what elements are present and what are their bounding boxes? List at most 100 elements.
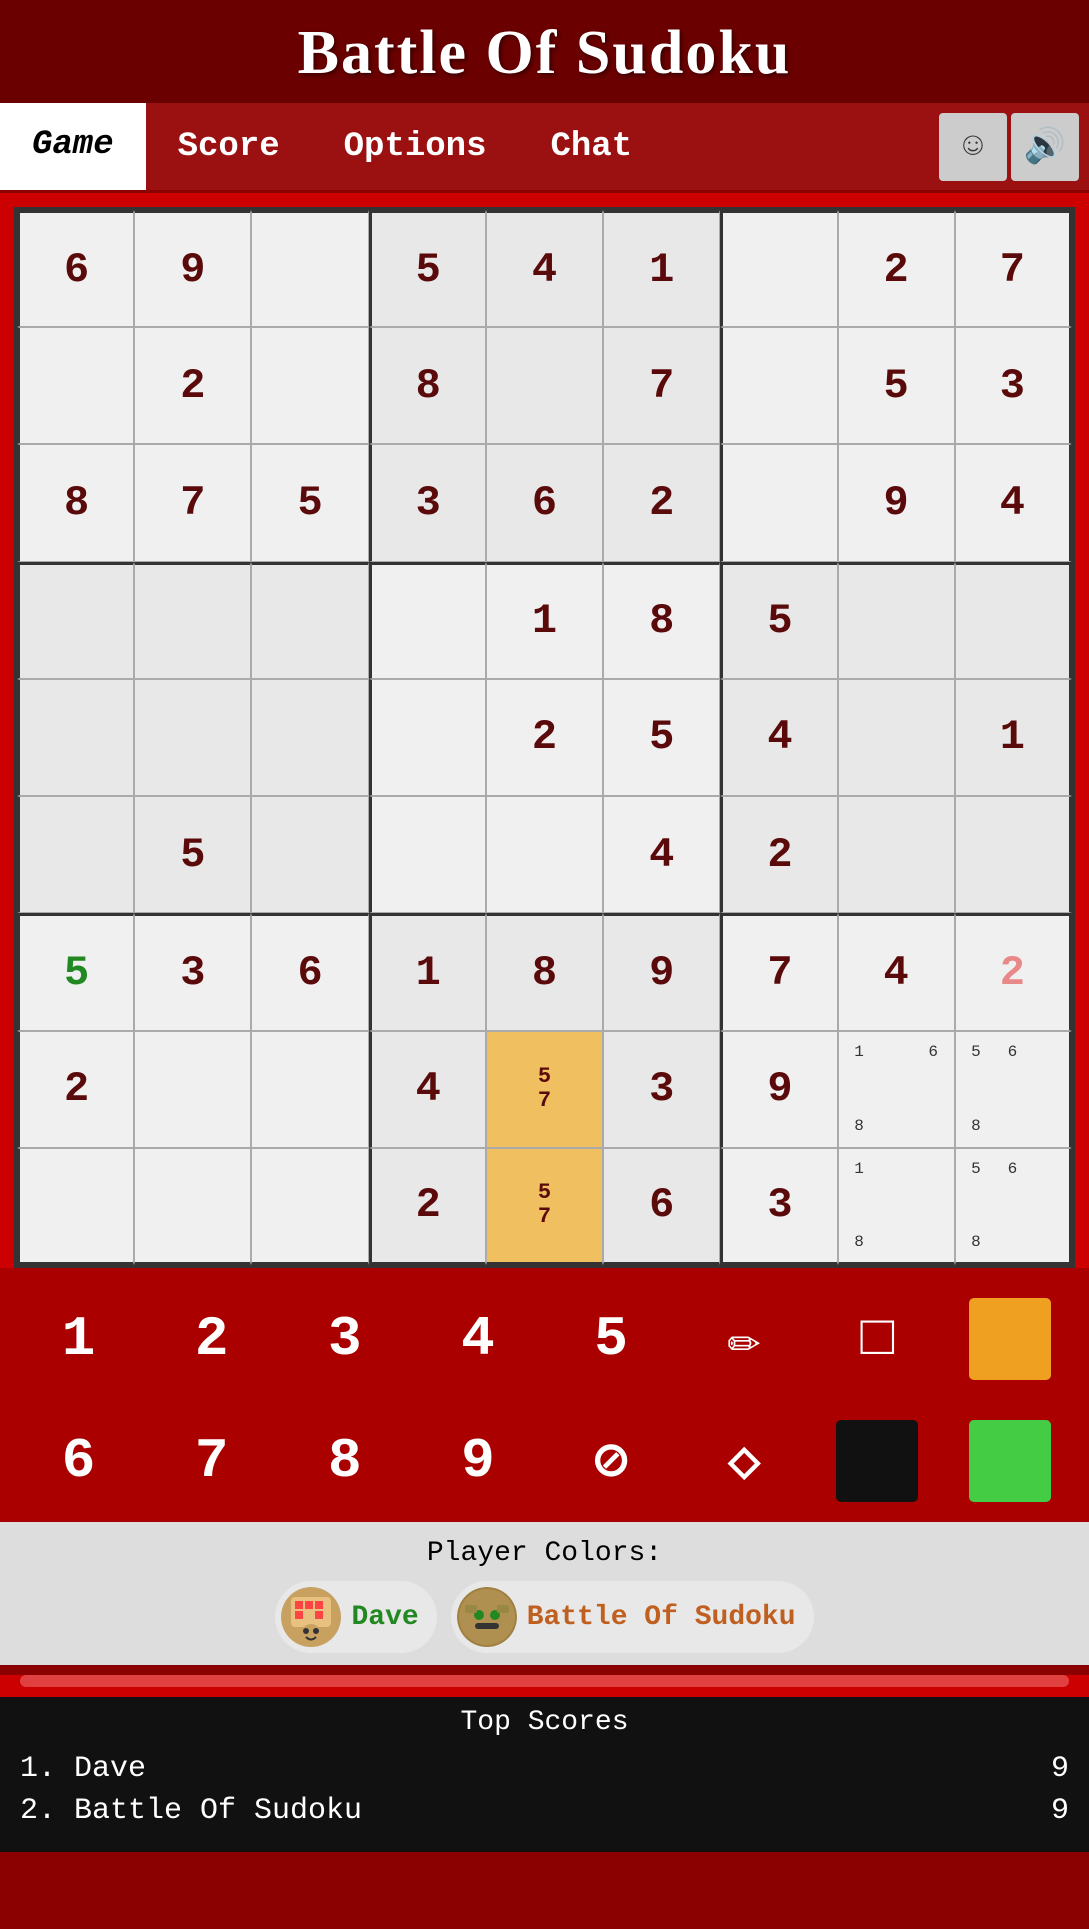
numpad-8[interactable]: 8	[278, 1406, 411, 1516]
cell-4-3[interactable]	[369, 679, 486, 796]
cell-0-7[interactable]: 2	[838, 210, 955, 327]
cell-5-3[interactable]	[369, 796, 486, 913]
cell-0-3[interactable]: 5	[369, 210, 486, 327]
cell-7-0[interactable]: 2	[17, 1031, 134, 1148]
cell-3-1[interactable]	[134, 562, 251, 679]
black-color-swatch[interactable]	[811, 1406, 944, 1516]
cell-4-6[interactable]: 4	[720, 679, 837, 796]
cell-5-4[interactable]	[486, 796, 603, 913]
cell-8-1[interactable]	[134, 1148, 251, 1265]
numpad-5[interactable]: 5	[545, 1284, 678, 1394]
cell-7-5[interactable]: 3	[603, 1031, 720, 1148]
tab-options[interactable]: Options	[312, 103, 519, 190]
cell-3-2[interactable]	[251, 562, 368, 679]
cell-5-0[interactable]	[17, 796, 134, 913]
cell-7-2[interactable]	[251, 1031, 368, 1148]
numpad-9[interactable]: 9	[411, 1406, 544, 1516]
cell-0-4[interactable]: 4	[486, 210, 603, 327]
numpad-1[interactable]: 1	[12, 1284, 145, 1394]
cell-8-7[interactable]: 18	[838, 1148, 955, 1265]
cell-0-8[interactable]: 7	[955, 210, 1072, 327]
cell-6-3[interactable]: 1	[369, 913, 486, 1030]
tab-score[interactable]: Score	[146, 103, 312, 190]
emoji-button[interactable]: ☺	[939, 113, 1007, 181]
cell-6-6[interactable]: 7	[720, 913, 837, 1030]
numpad-7[interactable]: 7	[145, 1406, 278, 1516]
cell-2-8[interactable]: 4	[955, 444, 1072, 561]
cell-3-5[interactable]: 8	[603, 562, 720, 679]
cell-0-1[interactable]: 9	[134, 210, 251, 327]
cell-4-5[interactable]: 5	[603, 679, 720, 796]
cell-3-4[interactable]: 1	[486, 562, 603, 679]
numpad-2[interactable]: 2	[145, 1284, 278, 1394]
erase-button[interactable]: ⊘	[545, 1406, 678, 1516]
numpad-3[interactable]: 3	[278, 1284, 411, 1394]
cell-3-0[interactable]	[17, 562, 134, 679]
cell-2-0[interactable]: 8	[17, 444, 134, 561]
cell-2-3[interactable]: 3	[369, 444, 486, 561]
cell-4-1[interactable]	[134, 679, 251, 796]
cell-1-7[interactable]: 5	[838, 327, 955, 444]
green-color-swatch[interactable]	[944, 1406, 1077, 1516]
cell-7-1[interactable]	[134, 1031, 251, 1148]
cell-1-2[interactable]	[251, 327, 368, 444]
cell-3-7[interactable]	[838, 562, 955, 679]
cell-1-8[interactable]: 3	[955, 327, 1072, 444]
cell-4-8[interactable]: 1	[955, 679, 1072, 796]
cell-4-0[interactable]	[17, 679, 134, 796]
cell-5-8[interactable]	[955, 796, 1072, 913]
cell-0-2[interactable]	[251, 210, 368, 327]
cell-0-6[interactable]	[720, 210, 837, 327]
cell-5-6[interactable]: 2	[720, 796, 837, 913]
cell-5-5[interactable]: 4	[603, 796, 720, 913]
cell-5-2[interactable]	[251, 796, 368, 913]
cell-6-7[interactable]: 4	[838, 913, 955, 1030]
cell-7-3[interactable]: 4	[369, 1031, 486, 1148]
cell-1-1[interactable]: 2	[134, 327, 251, 444]
cell-4-4[interactable]: 2	[486, 679, 603, 796]
cell-2-7[interactable]: 9	[838, 444, 955, 561]
cell-2-5[interactable]: 2	[603, 444, 720, 561]
cell-1-0[interactable]	[17, 327, 134, 444]
cell-1-6[interactable]	[720, 327, 837, 444]
sound-button[interactable]: 🔊	[1011, 113, 1079, 181]
tab-chat[interactable]: Chat	[518, 103, 664, 190]
cell-4-7[interactable]	[838, 679, 955, 796]
cell-8-4[interactable]: 57	[486, 1148, 603, 1265]
cell-8-3[interactable]: 2	[369, 1148, 486, 1265]
cell-5-1[interactable]: 5	[134, 796, 251, 913]
cell-6-4[interactable]: 8	[486, 913, 603, 1030]
fill-button[interactable]: ◇	[678, 1406, 811, 1516]
numpad-4[interactable]: 4	[411, 1284, 544, 1394]
cell-0-0[interactable]: 6	[17, 210, 134, 327]
cell-7-7[interactable]: 168	[838, 1031, 955, 1148]
cell-7-6[interactable]: 9	[720, 1031, 837, 1148]
cell-2-2[interactable]: 5	[251, 444, 368, 561]
cell-1-4[interactable]	[486, 327, 603, 444]
cell-6-0[interactable]: 5	[17, 913, 134, 1030]
pencil-button[interactable]: ✏	[678, 1284, 811, 1394]
cell-2-1[interactable]: 7	[134, 444, 251, 561]
square-button[interactable]: □	[811, 1284, 944, 1394]
orange-color-swatch[interactable]	[944, 1284, 1077, 1394]
tab-game[interactable]: Game	[0, 103, 146, 190]
cell-1-3[interactable]: 8	[369, 327, 486, 444]
cell-7-8[interactable]: 568	[955, 1031, 1072, 1148]
cell-4-2[interactable]	[251, 679, 368, 796]
cell-7-4[interactable]: 57	[486, 1031, 603, 1148]
cell-6-1[interactable]: 3	[134, 913, 251, 1030]
cell-5-7[interactable]	[838, 796, 955, 913]
numpad-6[interactable]: 6	[12, 1406, 145, 1516]
cell-6-2[interactable]: 6	[251, 913, 368, 1030]
cell-8-5[interactable]: 6	[603, 1148, 720, 1265]
cell-3-3[interactable]	[369, 562, 486, 679]
cell-8-8[interactable]: 568	[955, 1148, 1072, 1265]
cell-6-5[interactable]: 9	[603, 913, 720, 1030]
cell-2-6[interactable]	[720, 444, 837, 561]
cell-2-4[interactable]: 6	[486, 444, 603, 561]
cell-6-8[interactable]: 2	[955, 913, 1072, 1030]
cell-3-6[interactable]: 5	[720, 562, 837, 679]
cell-0-5[interactable]: 1	[603, 210, 720, 327]
cell-3-8[interactable]	[955, 562, 1072, 679]
cell-8-0[interactable]	[17, 1148, 134, 1265]
